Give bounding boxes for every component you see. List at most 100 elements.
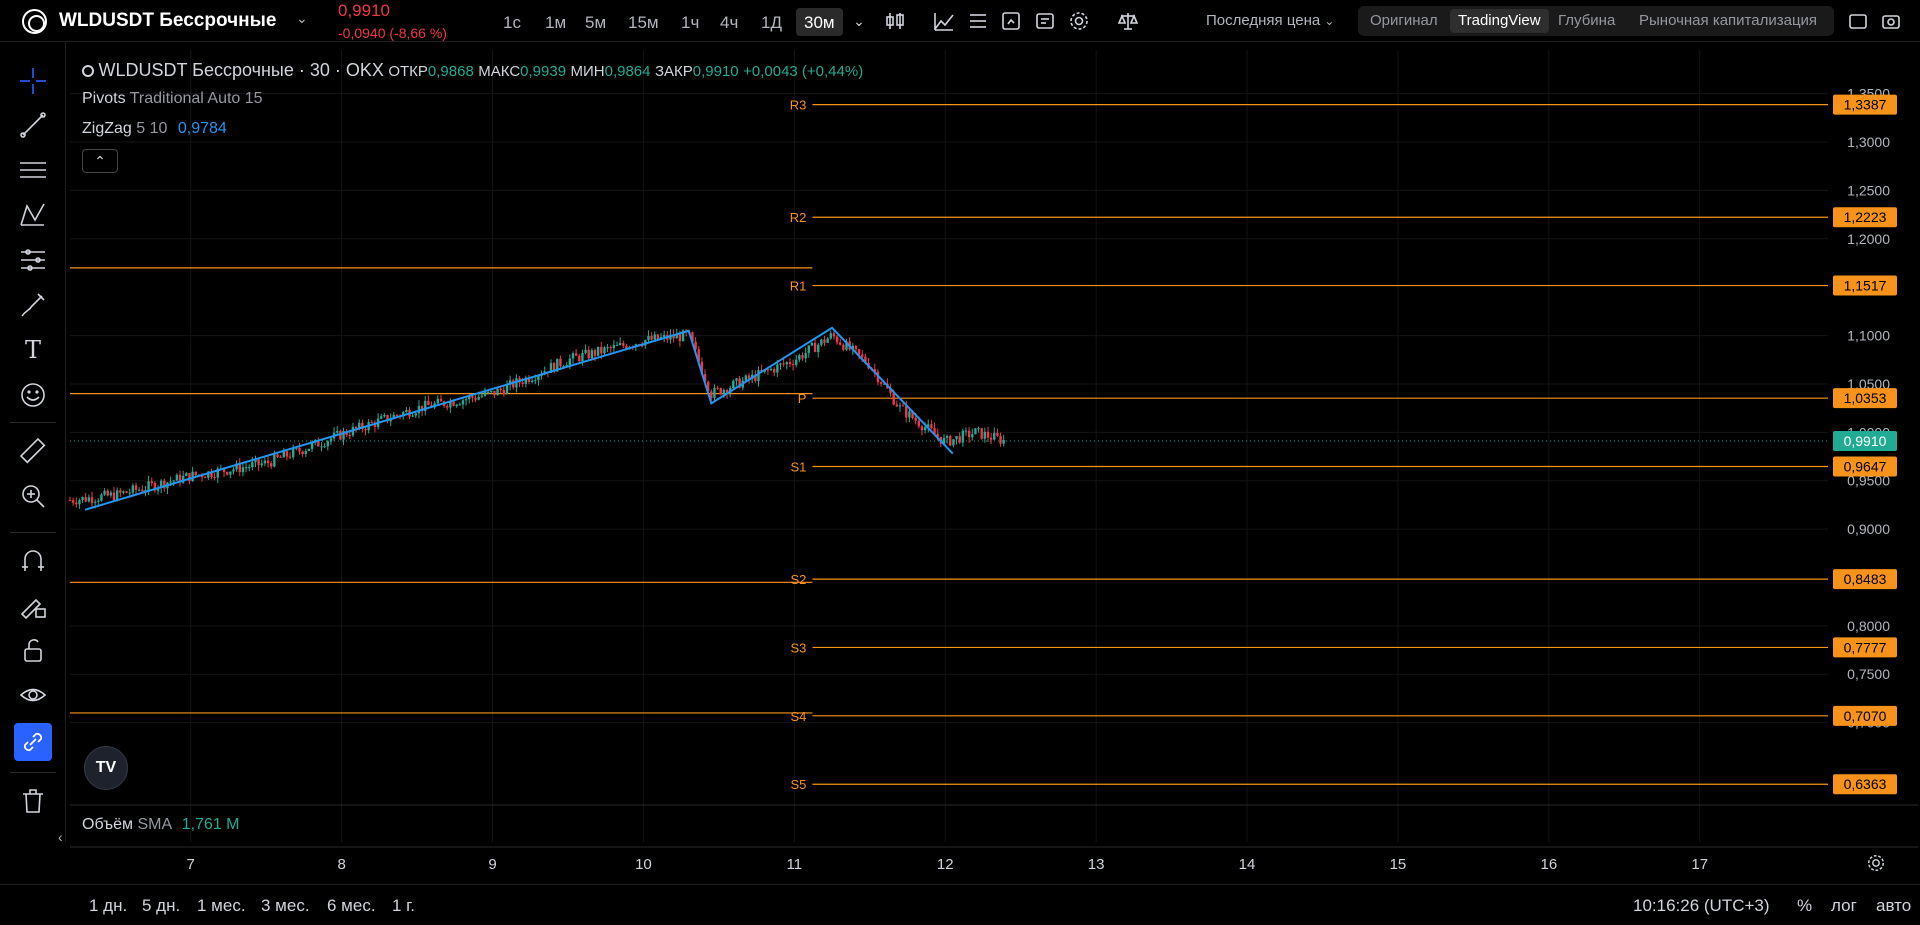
timeframe-1m[interactable]: 1м: [537, 8, 574, 36]
lock-drawings-icon[interactable]: [14, 586, 52, 624]
pivot-price-label: 1,3387: [1844, 97, 1887, 113]
zoom-in-icon[interactable]: [14, 477, 52, 515]
candle-body: [832, 333, 836, 337]
price-axis-labels: 1,3387 1,2223 1,1517 1,0353 0,9647 0,8483 0,77…: [1833, 94, 1897, 795]
trend-line-icon[interactable]: [14, 106, 52, 144]
candle-body: [983, 431, 987, 439]
tradingview-logo-icon[interactable]: TV: [84, 746, 128, 790]
chevron-down-icon[interactable]: ⌄: [296, 10, 308, 27]
price-tick-label: 0,8000: [1847, 618, 1890, 634]
candle-body: [820, 339, 823, 345]
view-original[interactable]: Оригинал: [1362, 9, 1446, 33]
pivot-name-r2: R2: [790, 210, 807, 225]
volume-legend[interactable]: Объём SMA 1,761 M: [82, 816, 240, 834]
candle-body: [97, 500, 100, 502]
pivot-price-label: 1,0353: [1844, 390, 1887, 406]
candle-body: [710, 391, 713, 399]
chevron-down-icon: ⌄: [1324, 14, 1335, 28]
price-chart[interactable]: R3 R2 R1 P S1 S2 S3 S4 S5 1,3500 1,3000 1,2500 1,20…: [0, 0, 1920, 925]
timeframe-1d[interactable]: 1Д: [753, 8, 790, 36]
scales-icon[interactable]: [1117, 10, 1139, 32]
axis-settings-gear-icon[interactable]: [1866, 853, 1886, 878]
link-icon[interactable]: [14, 723, 52, 761]
settings-gear-icon[interactable]: [1068, 10, 1090, 32]
low-label: МИН: [570, 63, 605, 80]
candle-body: [446, 405, 449, 408]
pivot-name-r1: R1: [790, 279, 807, 294]
open-label: ОТКР: [388, 63, 428, 80]
indicators-icon[interactable]: [933, 10, 955, 32]
brush-icon[interactable]: [14, 286, 52, 324]
view-tradingview[interactable]: TradingView: [1450, 9, 1549, 33]
legend-title[interactable]: WLDUSDT Бессрочные · 30 · OKX: [98, 60, 383, 80]
timeframe-1h[interactable]: 1ч: [673, 8, 707, 36]
candle-body: [886, 383, 889, 389]
trash-icon[interactable]: [14, 782, 52, 820]
candle-body: [615, 345, 619, 347]
log-scale-toggle[interactable]: лог: [1831, 896, 1857, 916]
magnet-icon[interactable]: [14, 541, 52, 579]
candle-body: [364, 428, 367, 431]
forecast-icon[interactable]: [14, 241, 52, 279]
range-6m[interactable]: 6 мес.: [327, 896, 376, 916]
candle-body: [320, 446, 323, 448]
candle-body: [839, 342, 842, 345]
candle-body: [688, 332, 691, 334]
time-tick-label: 14: [1239, 856, 1256, 873]
range-1y[interactable]: 1 г.: [392, 896, 415, 916]
pivot-price-badge: [1833, 456, 1897, 477]
text-tool-icon[interactable]: T: [14, 331, 52, 369]
candle-body: [235, 463, 238, 470]
candle-body: [442, 401, 446, 406]
clock[interactable]: 10:16:26 (UTC+3): [1633, 896, 1770, 916]
candle-body: [958, 436, 961, 443]
exchange-logo-icon[interactable]: [22, 9, 47, 34]
range-5d[interactable]: 5 дн.: [142, 896, 180, 916]
candle-body: [801, 355, 804, 359]
candle-body: [188, 473, 191, 482]
ruler-icon[interactable]: [14, 432, 52, 470]
timeframe-4h[interactable]: 4ч: [712, 8, 746, 36]
candle-body: [700, 361, 704, 375]
range-1m[interactable]: 1 мес.: [197, 896, 246, 916]
view-depth[interactable]: Глубина: [1550, 9, 1623, 33]
candle-body: [552, 363, 556, 372]
price-type-selector[interactable]: Последняя цена ⌄: [1206, 12, 1334, 29]
replay-icon[interactable]: [1000, 10, 1022, 32]
pattern-icon[interactable]: [14, 196, 52, 234]
unlock-icon[interactable]: [14, 631, 52, 669]
candles-icon[interactable]: [884, 10, 906, 32]
candle-body: [128, 492, 131, 494]
timeframe-5m[interactable]: 5м: [577, 8, 614, 36]
auto-scale-toggle[interactable]: авто: [1876, 896, 1911, 916]
view-market-cap[interactable]: Рыночная капитализация: [1631, 9, 1825, 33]
candle-body: [804, 352, 807, 359]
fullscreen-icon[interactable]: [1847, 10, 1869, 32]
collapse-sidebar-icon[interactable]: ‹: [58, 829, 63, 845]
pivots-legend[interactable]: Pivots Traditional Auto 15: [82, 90, 263, 108]
eye-icon[interactable]: [14, 676, 52, 714]
close-label: ЗАКР: [654, 63, 693, 80]
crosshair-icon[interactable]: [14, 62, 52, 100]
price-tick-label: 0,7000: [1847, 715, 1890, 731]
compare-icon[interactable]: [1034, 10, 1056, 32]
symbol-selector[interactable]: WLDUSDT Бессрочные: [59, 10, 276, 32]
fib-lines-icon[interactable]: [14, 151, 52, 189]
candle-body: [842, 344, 845, 350]
candle-body: [436, 398, 440, 404]
candle-body: [219, 468, 223, 470]
zigzag-legend[interactable]: ZigZag 5 10 0,9784: [82, 120, 227, 138]
timeframe-15m[interactable]: 15м: [620, 8, 667, 36]
percent-scale-toggle[interactable]: %: [1797, 896, 1812, 916]
emoji-icon[interactable]: [14, 376, 52, 414]
candle-body: [612, 345, 616, 349]
collapse-legend-button[interactable]: ⌃: [82, 149, 118, 173]
time-tick-label: 9: [488, 856, 496, 873]
list-icon[interactable]: [967, 10, 989, 32]
timeframe-30m[interactable]: 30м: [796, 8, 843, 36]
timeframe-1s[interactable]: 1с: [495, 8, 529, 36]
range-3m[interactable]: 3 мес.: [261, 896, 310, 916]
timeframe-dropdown-icon[interactable]: ⌄: [848, 10, 870, 32]
range-1d[interactable]: 1 дн.: [89, 896, 127, 916]
camera-icon[interactable]: [1880, 10, 1902, 32]
